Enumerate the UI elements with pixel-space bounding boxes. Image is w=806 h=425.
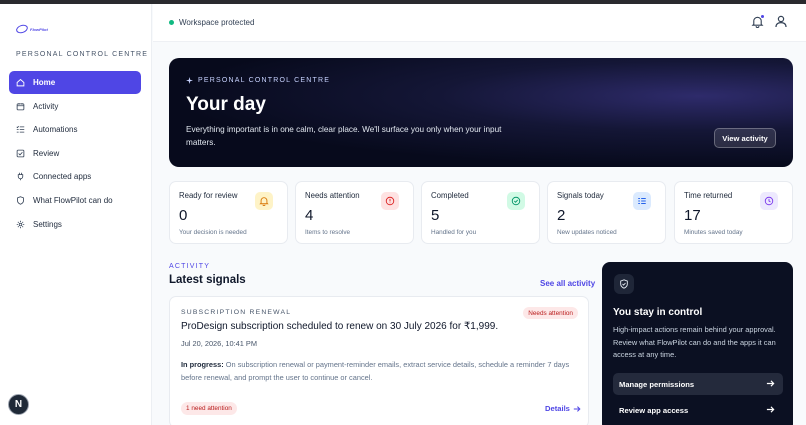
stat-label: Signals today [557,191,604,200]
stat-label: Time returned [684,191,733,200]
page-title: Your day [186,94,266,115]
shield-icon [16,196,25,205]
alert-circle-icon [381,192,399,210]
bell-icon [255,192,273,210]
sidebar-heading: PERSONAL CONTROL CENTRE [16,51,149,58]
stat-value: 4 [305,207,314,224]
arrow-right-icon [766,380,775,387]
see-all-activity-link[interactable]: See all activity [540,279,595,288]
manage-permissions-label: Manage permissions [619,379,695,389]
sidebar: FlowPilot PERSONAL CONTROL CENTRE Home A… [0,4,152,425]
user-icon [775,15,787,28]
stat-subtext: Items to resolve [305,229,351,236]
logo-mark-icon [15,23,29,35]
stat-value: 0 [179,207,188,224]
stat-value: 2 [557,207,566,224]
list-icon [633,192,651,210]
sidebar-item-label: Settings [33,219,62,229]
logo-text: FlowPilot [30,26,48,32]
shield-check-icon [614,274,634,294]
stat-label: Completed [431,191,469,200]
status-dot-icon [169,20,174,25]
progress-label: In progress: [181,360,224,369]
plug-icon [16,172,25,181]
signal-category: SUBSCRIPTION RENEWAL [181,309,292,316]
stat-card-completed[interactable]: Completed 5 Handled for you [421,181,540,244]
arrow-right-icon [766,406,775,413]
attention-count-badge: 1 need attention [181,402,237,415]
sidebar-item-label: Automations [33,125,78,135]
sidebar-item-settings[interactable]: Settings [9,213,141,236]
avatar[interactable]: N [8,394,29,415]
details-label: Details [545,404,570,413]
stat-subtext: Minutes saved today [684,229,743,236]
workspace-status: Workspace protected [169,18,254,27]
stat-card-needs-attention[interactable]: Needs attention 4 Items to resolve [295,181,414,244]
control-title: You stay in control [613,307,703,318]
status-badge: Needs attention [523,307,578,319]
arrow-right-icon [573,405,581,412]
sidebar-item-automations[interactable]: Automations [9,118,141,141]
signal-timestamp: Jul 20, 2026, 10:41 PM [181,339,258,348]
view-activity-button[interactable]: View activity [714,128,776,148]
list-check-icon [16,125,25,134]
notification-badge [760,14,765,19]
details-link[interactable]: Details [545,404,581,413]
hero-description: Everything important is in one calm, cle… [186,125,502,147]
review-app-access-button[interactable]: Review app access [613,399,783,421]
sidebar-item-home[interactable]: Home [9,71,141,94]
control-description: High-impact actions remain behind your a… [613,325,776,360]
activity-title: Latest signals [169,274,246,286]
stat-card-time-returned[interactable]: Time returned 17 Minutes saved today [674,181,793,244]
check-square-icon [16,149,25,158]
sidebar-item-connected-apps[interactable]: Connected apps [9,165,141,188]
stat-value: 5 [431,207,440,224]
sidebar-item-review[interactable]: Review [9,142,141,165]
top-header: Workspace protected [153,4,806,42]
signal-progress: In progress: On subscription renewal or … [181,359,576,384]
stat-subtext: Handled for you [431,229,477,236]
status-text: Workspace protected [179,18,255,27]
clock-icon [760,192,778,210]
sidebar-item-label: Connected apps [33,172,92,182]
manage-permissions-button[interactable]: Manage permissions [613,373,783,395]
stat-card-signals-today[interactable]: Signals today 2 New updates noticed [547,181,666,244]
sidebar-item-label: Review [33,148,60,158]
signal-title: ProDesign subscription scheduled to rene… [181,321,499,332]
sidebar-item-label: Activity [33,101,59,111]
gear-icon [16,220,25,229]
signal-card[interactable]: SUBSCRIPTION RENEWAL Needs attention Pro… [169,296,589,425]
stats-row: Ready for review 0 Your decision is need… [169,181,793,244]
stat-subtext: Your decision is needed [179,229,247,236]
sidebar-item-label: Home [33,78,56,87]
stat-value: 17 [684,207,701,224]
sidebar-item-activity[interactable]: Activity [9,95,141,118]
stat-subtext: New updates noticed [557,229,617,236]
progress-text: On subscription renewal or payment-remin… [181,360,570,382]
hero-kicker-label: PERSONAL CONTROL CENTRE [198,77,331,84]
logo[interactable]: FlowPilot [15,23,48,35]
sparkle-icon [186,77,193,84]
notifications-button[interactable] [751,14,765,29]
check-circle-icon [507,192,525,210]
profile-button[interactable] [775,15,787,28]
hero-banner: PERSONAL CONTROL CENTRE Your day Everyth… [169,58,793,167]
sidebar-item-label: What FlowPilot can do [33,195,113,205]
review-app-access-label: Review app access [619,405,689,415]
activity-kicker: ACTIVITY [169,263,211,270]
control-panel: You stay in control High-impact actions … [602,262,793,425]
sidebar-item-capabilities[interactable]: What FlowPilot can do [9,189,141,212]
hero-kicker: PERSONAL CONTROL CENTRE [186,77,330,84]
stat-label: Ready for review [179,191,238,200]
calendar-icon [16,102,25,111]
home-icon [16,78,25,87]
sidebar-nav: Home Activity Automations Review Connect… [9,71,141,236]
stat-card-ready-for-review[interactable]: Ready for review 0 Your decision is need… [169,181,288,244]
stat-label: Needs attention [305,191,360,200]
